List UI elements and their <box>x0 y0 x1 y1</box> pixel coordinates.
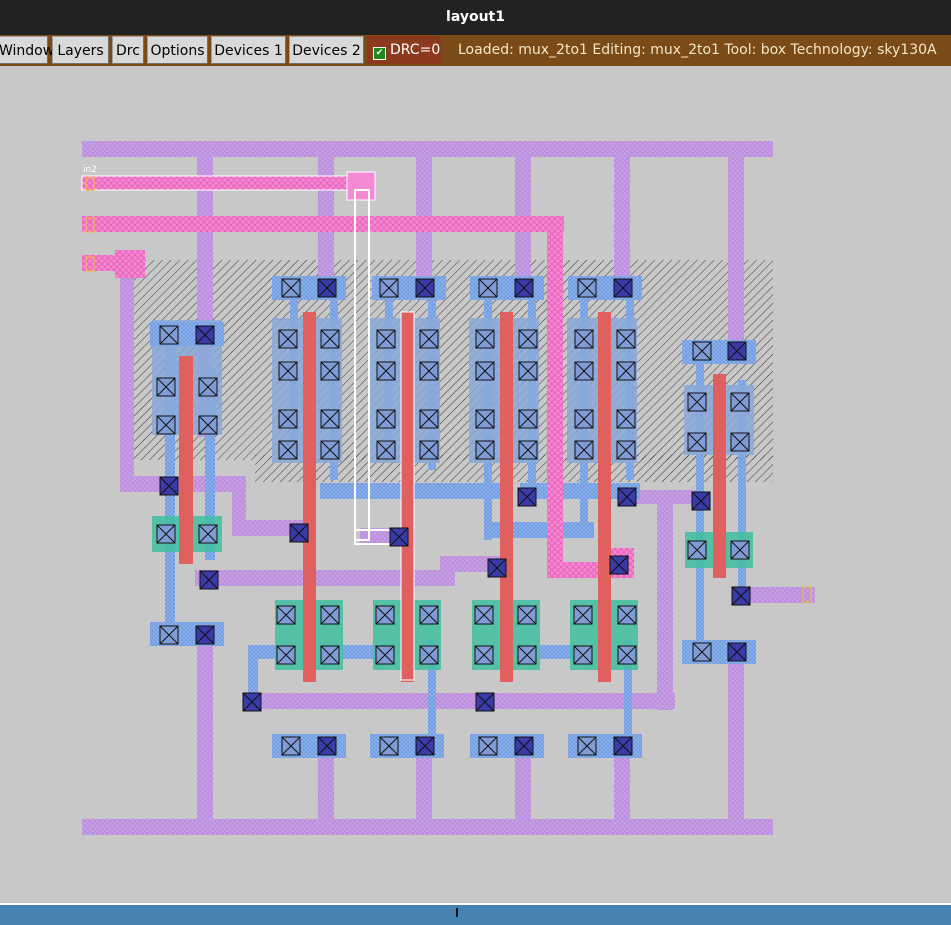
gnd-rail <box>82 819 773 835</box>
poly-gate <box>303 312 316 682</box>
poly-gate <box>401 312 414 682</box>
metal1-strap <box>728 660 744 820</box>
metal1-route <box>232 476 246 526</box>
poly-gate <box>713 374 726 578</box>
horizontal-scrollbar[interactable] <box>0 905 951 925</box>
metal1-route <box>195 570 455 586</box>
drc-toggle[interactable]: ✔ DRC=0 <box>367 36 441 64</box>
metal2-route <box>82 216 564 232</box>
metal1-route <box>630 490 700 504</box>
metal1-strap <box>318 750 334 820</box>
locali-route <box>342 645 374 659</box>
menu-drc[interactable]: Drc <box>112 36 144 64</box>
poly-gate <box>598 312 611 682</box>
layout-canvas[interactable]: in2 <box>0 66 951 904</box>
metal1-strap <box>614 157 630 277</box>
menu-bar: Window Layers Drc Options Devices 1 Devi… <box>0 35 951 66</box>
poly-gate <box>179 356 193 564</box>
metal1-strap <box>515 750 531 820</box>
poly-gate <box>500 312 513 682</box>
menu-devices-1[interactable]: Devices 1 <box>211 36 286 64</box>
pin-label-in2: in2 <box>83 165 97 175</box>
vdd-rail <box>82 141 773 157</box>
nwell-region <box>133 260 773 460</box>
menu-window[interactable]: Window <box>0 36 54 64</box>
menu-options[interactable]: Options <box>147 36 208 64</box>
metal1-strap <box>197 640 213 820</box>
menu-layers[interactable]: Layers <box>52 36 109 64</box>
metal1-route <box>740 587 815 603</box>
metal2-pad <box>115 250 145 278</box>
window-title: layout1 <box>0 0 951 35</box>
metal1-strap <box>416 750 432 820</box>
metal1-route <box>657 490 673 710</box>
checkbox-icon: ✔ <box>373 47 386 60</box>
scrollbar-thumb[interactable] <box>456 908 458 917</box>
metal2-pad <box>346 171 376 201</box>
status-text: Loaded: mux_2to1 Editing: mux_2to1 Tool:… <box>458 42 937 58</box>
metal2-route <box>547 216 563 576</box>
metal1-strap <box>728 157 744 347</box>
metal1-strap <box>614 750 630 820</box>
drc-label: DRC=0 <box>390 42 441 58</box>
locali-route <box>248 645 278 659</box>
metal1-route <box>245 693 675 709</box>
menu-devices-2[interactable]: Devices 2 <box>289 36 364 64</box>
metal1-route <box>120 270 134 492</box>
layout-geometry <box>81 141 815 835</box>
metal2-route <box>81 175 366 191</box>
